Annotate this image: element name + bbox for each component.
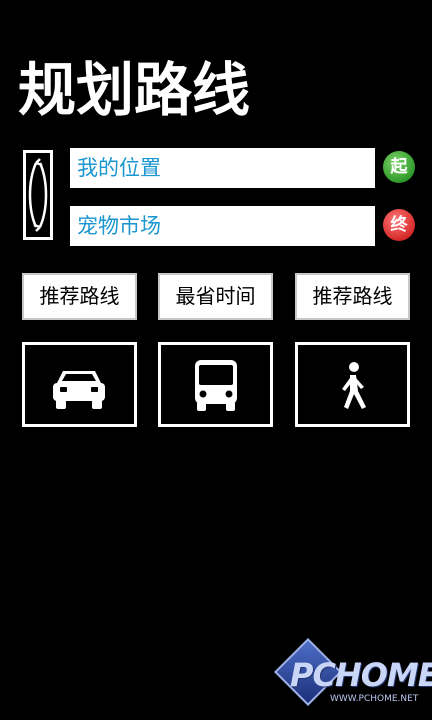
walk-mode-button[interactable] xyxy=(295,342,410,427)
page-title: 规划路线 xyxy=(18,56,251,124)
start-marker: 起 xyxy=(383,151,415,183)
recommended-route-button-2[interactable]: 推荐路线 xyxy=(295,273,410,320)
end-marker: 终 xyxy=(383,209,415,241)
swap-button[interactable] xyxy=(23,150,53,240)
bus-mode-button[interactable] xyxy=(158,342,273,427)
watermark: PCHOME WWW.PCHOME.NET xyxy=(274,638,432,712)
car-mode-button[interactable] xyxy=(22,342,137,427)
bus-icon xyxy=(195,360,237,411)
walk-icon xyxy=(342,362,366,409)
watermark-brand: PCHOME xyxy=(290,656,432,694)
destination-input[interactable]: 宠物市场 xyxy=(70,206,375,246)
recommended-route-button[interactable]: 推荐路线 xyxy=(22,273,137,320)
swap-icon xyxy=(28,158,48,232)
origin-input[interactable]: 我的位置 xyxy=(70,148,375,188)
car-icon xyxy=(53,371,105,409)
watermark-url: WWW.PCHOME.NET xyxy=(330,694,419,704)
least-time-button[interactable]: 最省时间 xyxy=(158,273,273,320)
